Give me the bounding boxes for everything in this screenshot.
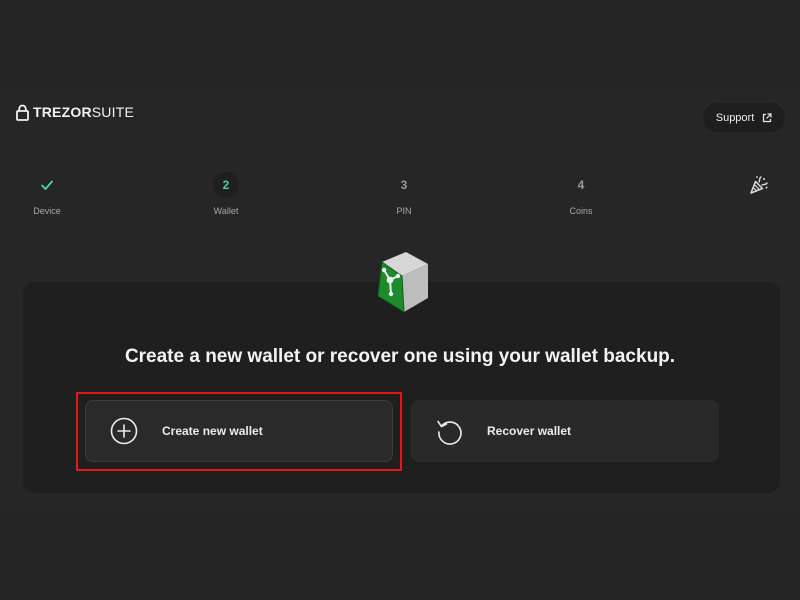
step-label: Device — [33, 206, 61, 216]
option-label: Recover wallet — [487, 424, 572, 438]
step-pin: 3 PIN — [364, 172, 444, 222]
step-coins: 4 Coins — [541, 172, 621, 222]
step-number: 2 — [213, 172, 239, 198]
bottom-band — [0, 510, 800, 600]
recover-icon — [437, 420, 462, 445]
page-headline: Create a new wallet or recover one using… — [124, 346, 676, 367]
step-device: Device — [7, 172, 87, 222]
create-new-wallet-button[interactable]: Create new wallet — [85, 400, 393, 462]
step-label: Coins — [569, 206, 593, 216]
step-number: 4 — [577, 178, 585, 192]
option-label: Create new wallet — [162, 424, 263, 438]
wallet-cube-icon — [377, 252, 428, 313]
checkmark-icon — [34, 172, 60, 198]
support-button[interactable]: Support — [703, 103, 785, 132]
step-label: PIN — [396, 206, 412, 216]
external-link-icon — [763, 112, 772, 122]
trezor-suite-logo: TREZORSUITE — [16, 102, 134, 122]
logo-brand-text: TREZOR — [33, 104, 92, 120]
step-number: 3 — [400, 178, 408, 192]
step-wallet: 2 Wallet — [186, 172, 266, 222]
step-label: Wallet — [213, 206, 239, 216]
plus-circle-icon — [110, 417, 138, 445]
recover-wallet-button[interactable]: Recover wallet — [411, 400, 719, 462]
party-popper-icon — [750, 176, 768, 194]
top-band — [0, 0, 800, 90]
lock-icon — [16, 104, 29, 121]
logo-product-text: SUITE — [91, 104, 134, 120]
support-button-label: Support — [715, 111, 755, 124]
